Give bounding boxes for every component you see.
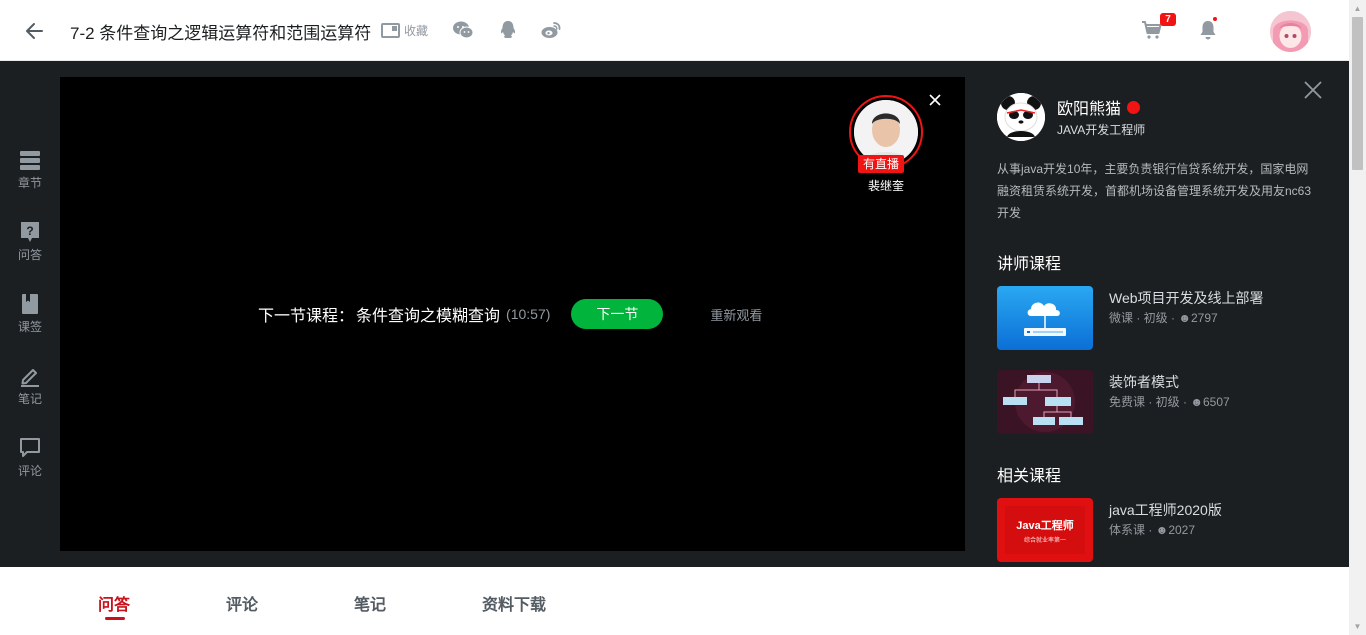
course-card[interactable]: Web项目开发及线上部署 微课 · 初级 · ☻2797 [997, 286, 1327, 350]
side-nav: 章节 ? 问答 课签 笔记 评论 [0, 61, 60, 567]
scroll-up-arrow-icon[interactable]: ▲ [1349, 0, 1366, 17]
question-icon: ? [21, 222, 39, 242]
active-tab-indicator [105, 617, 125, 620]
live-teacher[interactable]: 有直播 裴继奎 [849, 95, 923, 194]
teacher-courses-title: 讲师课程 [997, 256, 1062, 273]
next-lesson-duration: (10:57) [506, 306, 551, 322]
side-nav-label: 章节 [17, 176, 42, 190]
scroll-down-arrow-icon[interactable]: ▼ [1349, 618, 1366, 635]
wechat-icon[interactable] [452, 19, 474, 41]
side-nav-bookmark[interactable]: 课签 [0, 293, 60, 353]
live-tag: 有直播 [858, 155, 905, 173]
course-thumbnail [997, 370, 1093, 434]
side-nav-label: 课签 [17, 320, 42, 334]
page-scrollbar[interactable]: ▲ ▼ [1349, 0, 1366, 635]
scroll-thumb[interactable] [1352, 17, 1363, 170]
replay-button[interactable]: 重新观看 [710, 305, 762, 324]
side-nav-label: 评论 [17, 464, 42, 478]
bottom-tabs: 问答 评论 笔记 资料下载 [0, 567, 1349, 635]
next-lesson-prompt: 下一节课程： 条件查询之模糊查询 (10:57) 下一节 重新观看 [258, 299, 762, 329]
close-live-icon[interactable] [928, 93, 942, 107]
tab-questions[interactable]: 问答 [98, 591, 130, 615]
cart-count-badge: 7 [1160, 13, 1176, 26]
learners-icon: ☻ [1155, 523, 1169, 537]
course-meta: 免费课 · 初级 · ☻6507 [1109, 395, 1230, 409]
learner-count: 2027 [1168, 523, 1196, 537]
course-meta: 体系课 · ☻2027 [1109, 523, 1196, 537]
next-lesson-name: 条件查询之模糊查询 [356, 308, 501, 325]
back-arrow-icon[interactable] [22, 18, 48, 44]
video-player[interactable]: 有直播 裴继奎 下一节课程： 条件查询之模糊查询 (10:57) 下一节 重新观… [60, 77, 965, 551]
thumb-title: Java工程师 [1016, 518, 1073, 532]
video-stage: 章节 ? 问答 课签 笔记 评论 有直播 裴继奎 下一节课程： 条件查询之模糊查… [0, 61, 1349, 567]
side-nav-comment[interactable]: 评论 [0, 437, 60, 497]
course-title: java工程师2020版 [1109, 502, 1222, 518]
certified-badge-icon [1127, 100, 1141, 114]
course-title: Web项目开发及线上部署 [1109, 290, 1264, 306]
side-nav-note[interactable]: 笔记 [0, 365, 60, 425]
course-meta: 微课 · 初级 · ☻2797 [1109, 311, 1218, 325]
course-thumbnail: Java工程师 综合就业率第一 [997, 498, 1093, 562]
weibo-icon[interactable] [540, 19, 562, 41]
side-nav-label: 笔记 [17, 392, 42, 406]
chapter-icon [20, 151, 40, 170]
next-lesson-button[interactable]: 下一节 [571, 299, 664, 329]
tab-comments[interactable]: 评论 [226, 591, 258, 615]
course-title: 装饰者模式 [1109, 374, 1179, 390]
learner-count: 6507 [1202, 395, 1230, 409]
qq-icon[interactable] [497, 19, 519, 41]
favorite-button[interactable]: 收藏 [381, 22, 428, 39]
teacher-job: JAVA开发工程师 [1057, 123, 1146, 137]
tab-notes[interactable]: 笔记 [354, 591, 386, 615]
favorite-label: 收藏 [404, 24, 429, 38]
course-card[interactable]: 装饰者模式 免费课 · 初级 · ☻6507 [997, 370, 1327, 434]
side-nav-chapter[interactable]: 章节 [0, 149, 60, 209]
comment-icon [20, 438, 40, 457]
bookmark-icon [22, 294, 38, 314]
next-lesson-prefix: 下一节课程： [258, 308, 355, 325]
teacher-avatar[interactable] [997, 93, 1045, 141]
note-icon [21, 369, 39, 387]
tab-downloads[interactable]: 资料下载 [482, 591, 546, 615]
lesson-title: 7-2 条件查询之逻辑运算符和范围运算符 [70, 24, 372, 43]
learners-icon: ☻ [1190, 395, 1203, 409]
teacher-name: 欧阳熊猫 [1057, 101, 1122, 118]
learner-count: 2797 [1190, 311, 1218, 325]
course-card[interactable]: Java工程师 综合就业率第一 java工程师2020版 体系课 · ☻2027 [997, 498, 1327, 562]
course-thumbnail [997, 286, 1093, 350]
teacher-name-row: 欧阳熊猫 [1057, 95, 1141, 119]
teacher-panel: 欧阳熊猫 JAVA开发工程师 从事java开发10年，主要负责银行信贷系统开发，… [965, 61, 1349, 567]
learners-icon: ☻ [1178, 311, 1191, 325]
related-courses-title: 相关课程 [997, 468, 1062, 485]
teacher-description: 从事java开发10年，主要负责银行信贷系统开发，国家电网融资租赁系统开发，首都… [997, 162, 1312, 220]
side-nav-question[interactable]: ? 问答 [0, 221, 60, 281]
favorite-icon [381, 23, 400, 38]
notification-bell-icon[interactable] [1196, 18, 1220, 42]
live-name: 裴继奎 [867, 179, 904, 193]
user-avatar[interactable] [1270, 11, 1311, 52]
notification-dot [1213, 17, 1217, 21]
close-panel-icon[interactable] [1303, 80, 1323, 100]
top-header: 7-2 条件查询之逻辑运算符和范围运算符 收藏 7 [0, 0, 1349, 61]
thumb-subtitle: 综合就业率第一 [1024, 536, 1066, 544]
svg-text:?: ? [26, 224, 33, 238]
side-nav-label: 问答 [17, 248, 42, 262]
